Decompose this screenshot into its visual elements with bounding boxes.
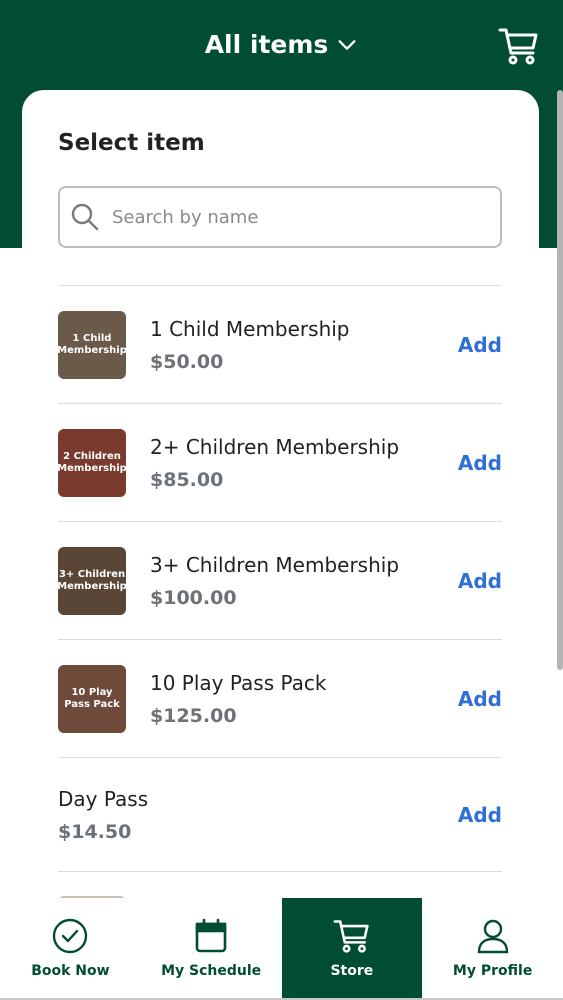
nav-book-now[interactable]: Book Now <box>0 898 141 998</box>
nav-store[interactable]: Store <box>281 898 423 998</box>
item-name: Day Pass <box>58 786 149 811</box>
nav-label: My Schedule <box>161 963 262 979</box>
item-price: $125.00 <box>150 704 237 727</box>
nav-label: My Profile <box>452 963 533 979</box>
header-cart-button[interactable] <box>497 24 541 68</box>
thumbnail-text: 10 Play Pass Pack <box>64 686 120 710</box>
header-title: All items <box>204 30 329 59</box>
search-input[interactable] <box>112 206 492 228</box>
scrollbar[interactable] <box>557 90 563 670</box>
thumbnail-text: 1 Child Membership <box>58 332 126 356</box>
select-item-panel: Select item 1 Child Membership 1 Child M… <box>22 90 539 920</box>
add-button[interactable]: Add <box>458 803 502 827</box>
nav-label: Book Now <box>31 963 110 979</box>
item-thumbnail: 3+ Children Membership <box>58 546 126 615</box>
calendar-icon <box>195 918 227 953</box>
item-thumbnail: 2 Children Membership <box>58 428 126 497</box>
item-list: 1 Child Membership 1 Child Membership $5… <box>58 285 502 916</box>
list-item: 10 Play Pass Pack 10 Play Pass Pack $125… <box>58 639 502 757</box>
search-icon <box>71 203 99 231</box>
item-thumbnail: 10 Play Pass Pack <box>58 664 126 733</box>
add-button[interactable]: Add <box>458 451 502 475</box>
category-dropdown[interactable]: All items <box>0 30 563 59</box>
item-thumbnail: 1 Child Membership <box>58 310 126 379</box>
item-name: 3+ Children Membership <box>150 552 400 577</box>
nav-my-profile[interactable]: My Profile <box>422 898 563 998</box>
nav-label: Store <box>330 963 374 979</box>
item-price: $50.00 <box>150 350 224 373</box>
cart-icon <box>498 28 538 65</box>
cart-icon <box>333 920 369 953</box>
nav-my-schedule[interactable]: My Schedule <box>141 898 282 998</box>
chevron-down-icon <box>338 39 356 50</box>
item-price: $14.50 <box>58 820 132 843</box>
item-name: 10 Play Pass Pack <box>150 670 327 695</box>
panel-title: Select item <box>58 130 205 156</box>
user-icon <box>477 919 508 954</box>
add-button[interactable]: Add <box>458 569 502 593</box>
search-box[interactable] <box>58 186 502 248</box>
thumbnail-text: 2 Children Membership <box>58 450 126 474</box>
list-item: 2 Children Membership 2+ Children Member… <box>58 403 502 521</box>
add-button[interactable]: Add <box>458 333 502 357</box>
thumbnail-text: 3+ Children Membership <box>58 568 126 592</box>
list-item: Day Pass $14.50 Add <box>58 757 502 871</box>
item-price: $100.00 <box>150 586 237 609</box>
list-item: 3+ Children Membership 3+ Children Membe… <box>58 521 502 639</box>
item-price: $85.00 <box>150 468 224 491</box>
bottom-navigation: Book Now My Schedule Store My Profile <box>0 898 563 1000</box>
check-circle-icon <box>53 918 88 954</box>
item-name: 2+ Children Membership <box>150 434 400 459</box>
list-item: 1 Child Membership 1 Child Membership $5… <box>58 285 502 403</box>
add-button[interactable]: Add <box>458 687 502 711</box>
item-name: 1 Child Membership <box>150 316 350 341</box>
